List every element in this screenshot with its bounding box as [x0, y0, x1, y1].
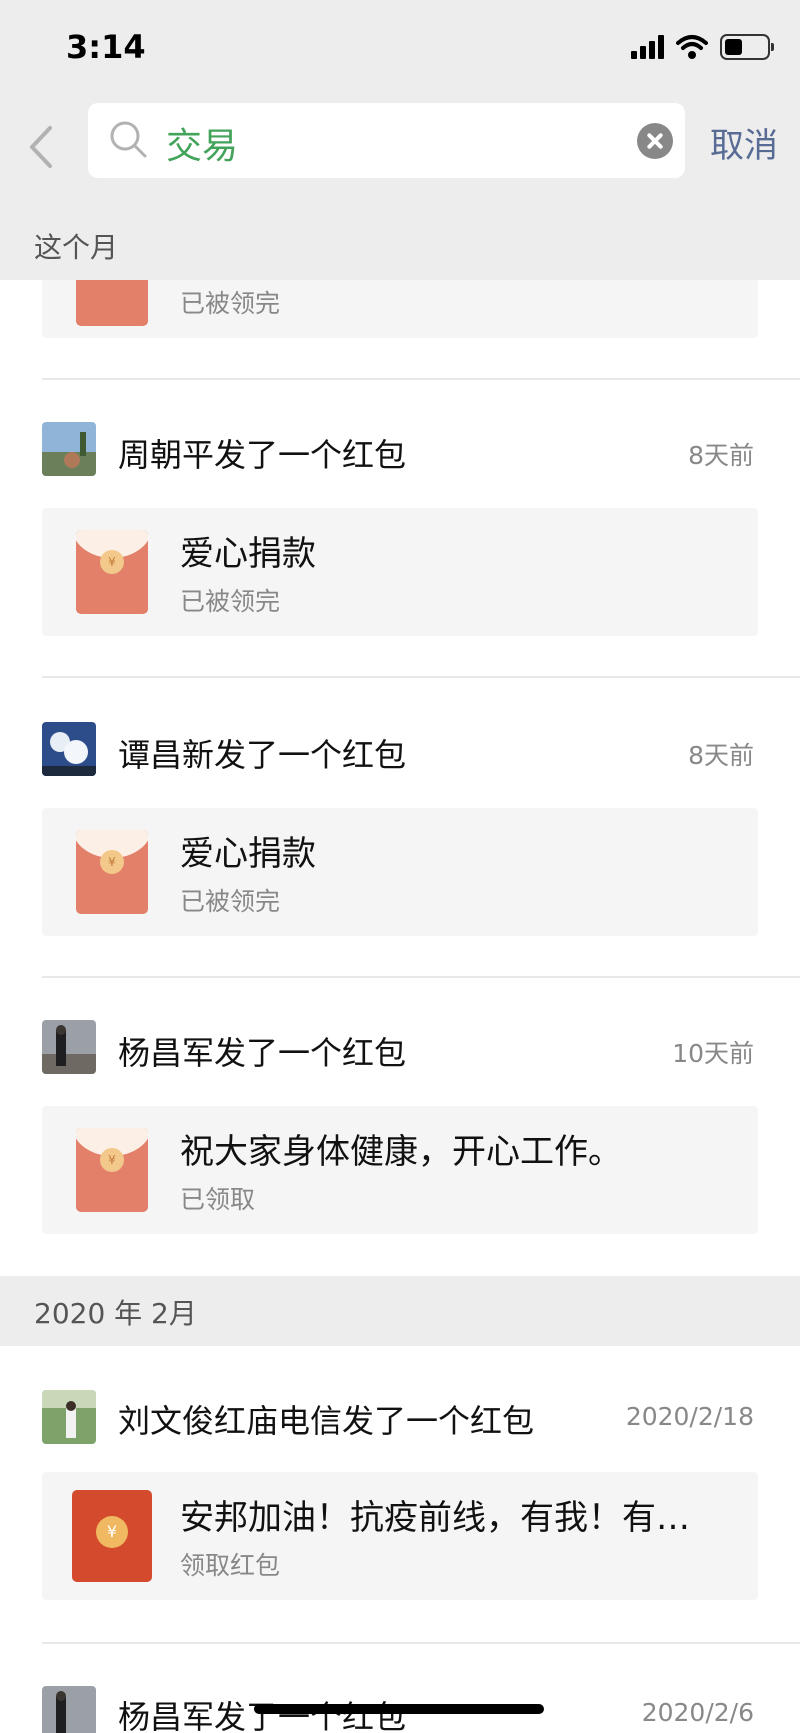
packet-status: 领取红包 [180, 1551, 281, 1580]
divider [42, 1642, 800, 1644]
timestamp: 8天前 [688, 441, 754, 470]
section-label: 2020 年 2月 [34, 1297, 197, 1330]
packet-status: 已被领完 [180, 587, 281, 616]
timestamp: 8天前 [688, 741, 754, 770]
timestamp: 10天前 [672, 1039, 754, 1068]
red-packet-card[interactable]: ¥ 爱心捐款 已被领完 [42, 508, 758, 636]
packet-title: 爱心捐款 [180, 534, 316, 574]
red-envelope-icon: ¥ [76, 830, 148, 914]
packet-title: 祝大家身体健康，开心工作。 [180, 1132, 622, 1172]
home-indicator[interactable] [254, 1704, 544, 1714]
sender-name: 周朝平发了一个红包 [118, 436, 407, 474]
coin-icon: ¥ [100, 550, 124, 574]
timestamp: 2020/2/18 [625, 1402, 754, 1431]
section-header: 2020 年 2月 [0, 1276, 800, 1346]
status-icons [631, 34, 774, 60]
sender-name: 杨昌军发了一个红包 [118, 1034, 407, 1072]
avatar[interactable] [42, 1020, 96, 1074]
packet-status: 已被领完 [180, 289, 281, 318]
divider [42, 676, 800, 678]
search-input[interactable]: 交易 [88, 103, 685, 178]
packet-status: 已被领完 [180, 887, 281, 916]
header: 3:14 交易 取消 这个月 [0, 0, 800, 280]
cancel-button[interactable]: 取消 [710, 118, 778, 167]
avatar[interactable] [42, 422, 96, 476]
red-envelope-icon: ¥ [76, 530, 148, 614]
status-time: 3:14 [66, 28, 146, 66]
divider [42, 378, 800, 380]
divider [42, 976, 800, 978]
screen: 已被领完 周朝平发了一个红包 8天前 ¥ 爱心捐款 已被领完 谭昌新发了一个红包… [0, 0, 800, 1733]
back-icon[interactable] [20, 122, 60, 172]
timestamp: 2020/2/6 [641, 1698, 754, 1727]
coin-icon: ¥ [96, 1516, 128, 1548]
signal-icon [631, 35, 664, 59]
red-packet-card[interactable]: ¥ 安邦加油！抗疫前线，有我！有… 领取红包 [42, 1472, 758, 1600]
clear-icon[interactable] [637, 123, 673, 159]
avatar[interactable] [42, 1686, 96, 1733]
search-query[interactable]: 交易 [166, 117, 238, 169]
packet-title: 爱心捐款 [180, 834, 316, 874]
wifi-icon [676, 35, 708, 59]
sender-name: 刘文俊红庙电信发了一个红包 [118, 1402, 535, 1440]
coin-icon: ¥ [100, 850, 124, 874]
section-label: 这个月 [34, 231, 119, 264]
red-packet-card[interactable]: ¥ 祝大家身体健康，开心工作。 已领取 [42, 1106, 758, 1234]
packet-status: 已领取 [180, 1185, 256, 1214]
red-envelope-icon: ¥ [76, 1128, 148, 1212]
search-icon [110, 121, 147, 158]
avatar[interactable] [42, 722, 96, 776]
coin-icon: ¥ [100, 1148, 124, 1172]
red-envelope-icon: ¥ [72, 1490, 152, 1582]
battery-icon [720, 34, 774, 60]
packet-title: 安邦加油！抗疫前线，有我！有… [180, 1498, 690, 1538]
red-packet-card[interactable]: ¥ 爱心捐款 已被领完 [42, 808, 758, 936]
avatar[interactable] [42, 1390, 96, 1444]
sender-name: 谭昌新发了一个红包 [118, 736, 407, 774]
